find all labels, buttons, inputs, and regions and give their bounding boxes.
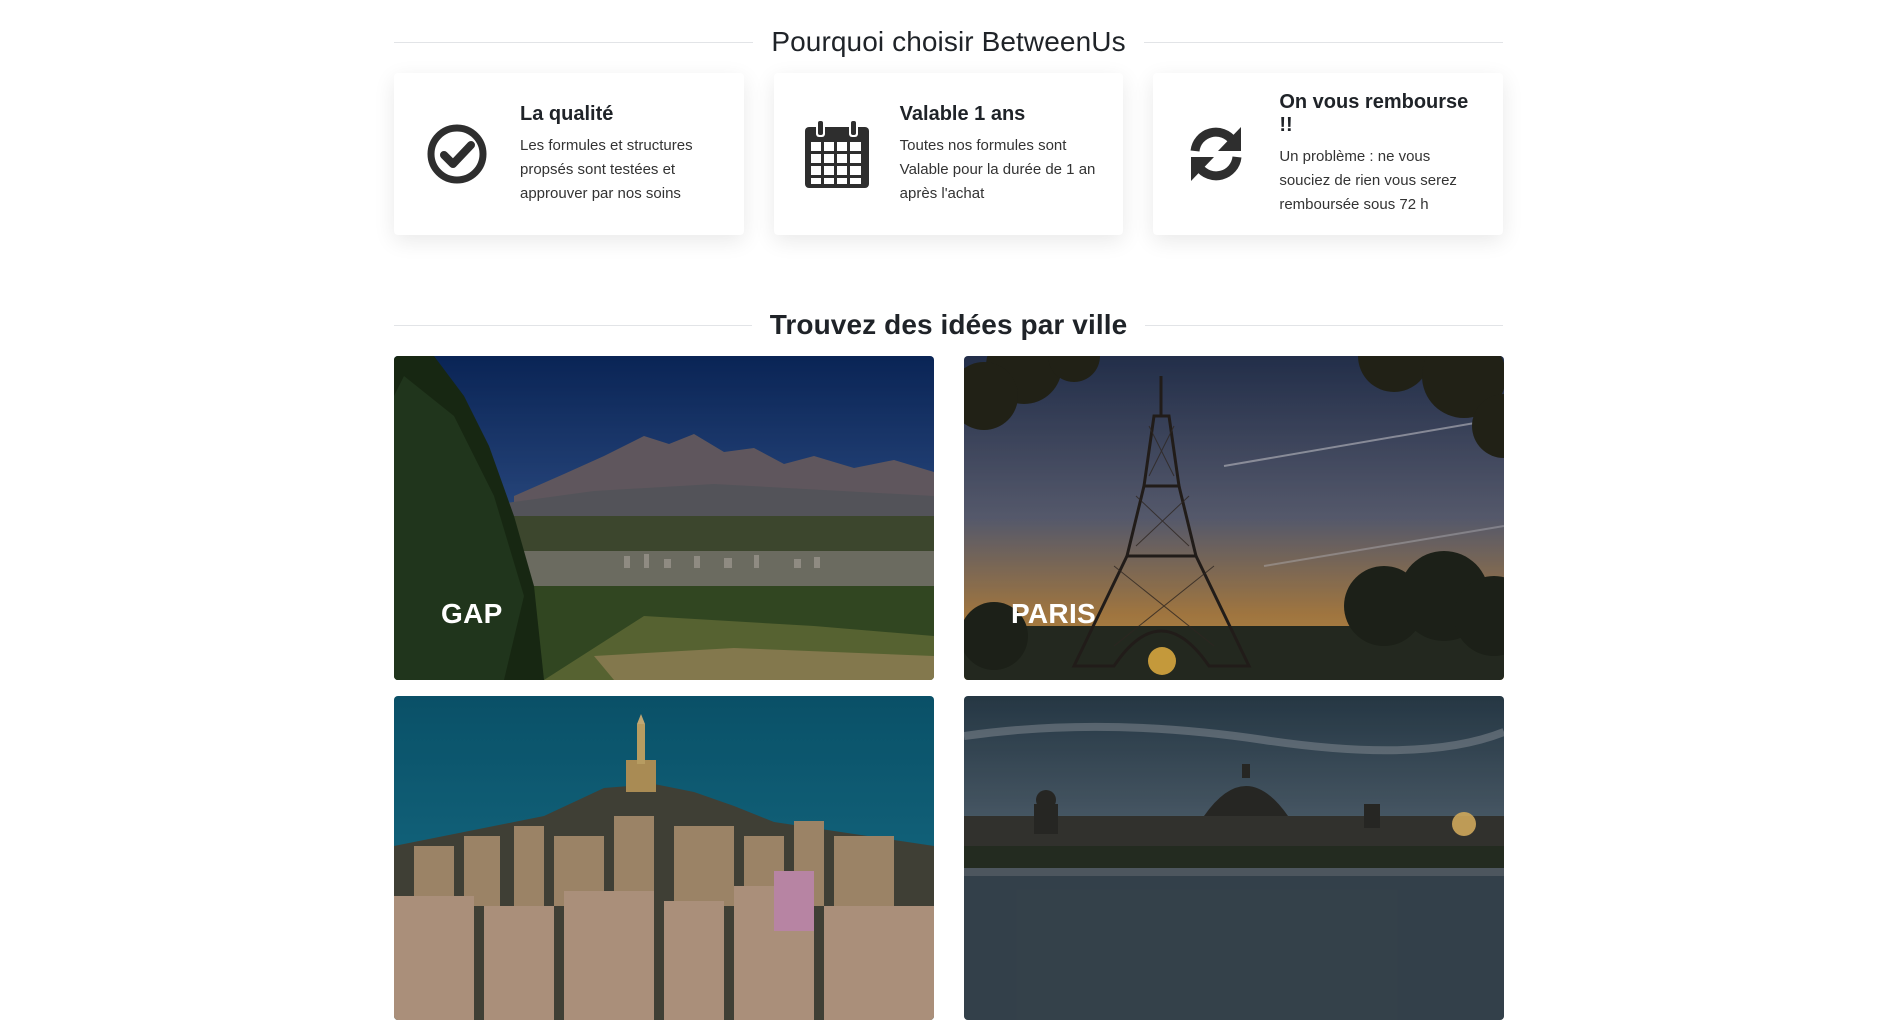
feature-description: Les formules et structures propsés sont … — [520, 136, 693, 202]
feature-text: On vous rembourse !! Un problème : ne vo… — [1279, 91, 1485, 217]
feature-title: La qualité — [520, 102, 614, 125]
city-image-paris — [964, 356, 1504, 680]
feature-title: On vous rembourse !! — [1279, 91, 1469, 136]
city-card-gap[interactable]: GAP — [394, 356, 934, 680]
feature-text: Valable 1 ans Toutes nos formules sont V… — [900, 103, 1106, 206]
feature-description: Un problème : ne vous souciez de rien vo… — [1279, 148, 1457, 213]
city-card-4[interactable] — [964, 696, 1504, 1020]
feature-card-quality: La qualité Les formules et structures pr… — [394, 73, 744, 235]
feature-card-refund: On vous rembourse !! Un problème : ne vo… — [1153, 73, 1504, 235]
city-image-4 — [964, 696, 1504, 1020]
city-card-3[interactable] — [394, 696, 934, 1020]
feature-card-validity: Valable 1 ans Toutes nos formules sont V… — [773, 73, 1124, 235]
city-image-3 — [394, 696, 934, 1020]
feature-title: Valable 1 ans — [899, 102, 1026, 125]
features-row: La qualité Les formules et structures pr… — [394, 73, 1504, 235]
city-grid: GAP PARIS — [394, 356, 1504, 1020]
city-image-gap — [394, 356, 934, 680]
cities-section-header: Trouvez des idées par ville — [394, 283, 1503, 367]
why-section-header: Pourquoi choisir BetweenUs — [394, 0, 1503, 84]
divider-left — [394, 324, 752, 326]
refresh-icon — [1181, 119, 1251, 189]
city-name: GAP — [441, 598, 503, 629]
feature-text: La qualité Les formules et structures pr… — [520, 103, 726, 206]
section-title-cities: Trouvez des idées par ville — [769, 309, 1128, 340]
check-circle-icon — [422, 119, 492, 189]
section-title-why: Pourquoi choisir BetweenUs — [771, 26, 1126, 57]
feature-description: Toutes nos formules sont Valable pour la… — [899, 136, 1096, 202]
divider-right — [1145, 324, 1503, 326]
divider-right — [1143, 41, 1503, 43]
city-name: PARIS — [1011, 598, 1096, 629]
calendar-icon — [802, 119, 872, 189]
divider-left — [394, 41, 754, 43]
city-card-paris[interactable]: PARIS — [964, 356, 1504, 680]
